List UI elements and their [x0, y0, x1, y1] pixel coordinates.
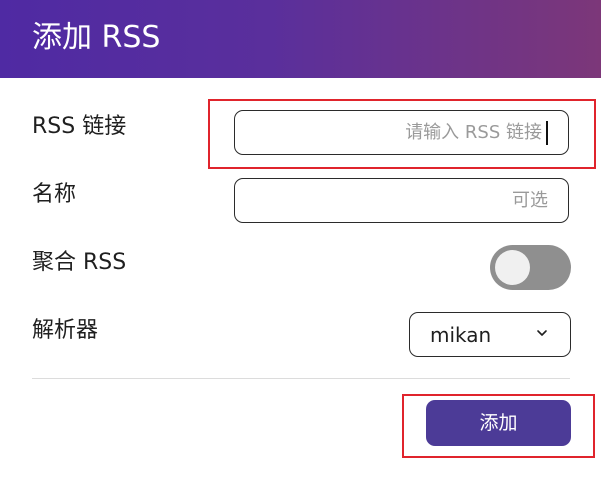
add-rss-dialog: 添加 RSS RSS 链接 请输入 RSS 链接 名称 可选 聚合 RSS 解析… [0, 0, 601, 484]
parser-select[interactable]: mikan [409, 312, 571, 357]
rss-link-input[interactable]: 请输入 RSS 链接 [234, 110, 569, 155]
rss-link-label: RSS 链接 [32, 114, 127, 139]
add-button[interactable]: 添加 [426, 400, 571, 446]
dialog-title: 添加 RSS [32, 20, 161, 55]
toggle-knob [495, 250, 530, 285]
divider [32, 378, 570, 379]
name-input[interactable]: 可选 [234, 178, 569, 223]
rss-link-placeholder: 请输入 RSS 链接 [405, 122, 542, 143]
chevron-down-icon [537, 330, 547, 336]
name-placeholder: 可选 [512, 190, 548, 211]
parser-selected-value: mikan [430, 323, 492, 347]
text-caret [546, 121, 548, 145]
aggregate-rss-toggle[interactable] [490, 245, 571, 290]
name-label: 名称 [32, 182, 77, 207]
parser-label: 解析器 [32, 318, 99, 343]
dialog-header: 添加 RSS [0, 0, 601, 78]
aggregate-rss-label: 聚合 RSS [32, 250, 127, 275]
